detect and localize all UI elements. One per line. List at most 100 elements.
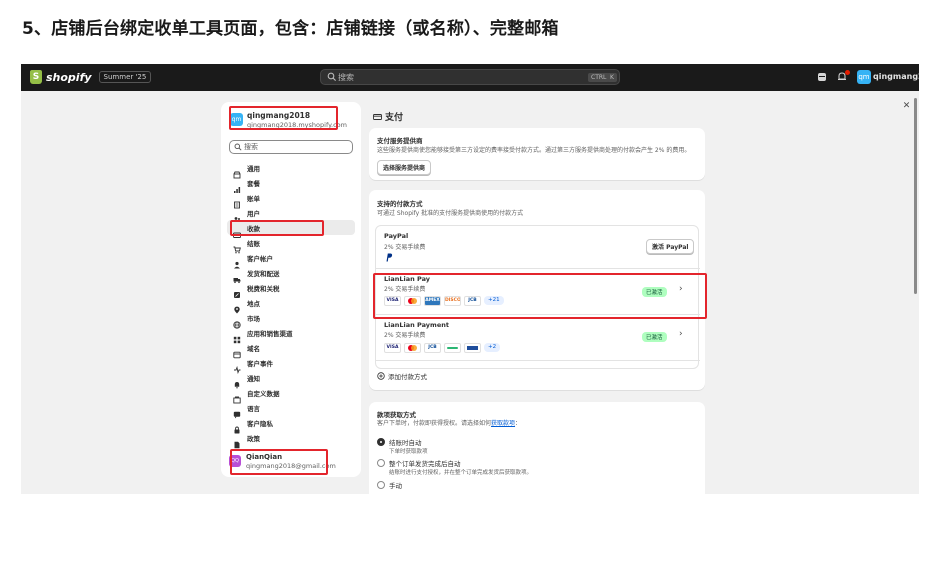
sidebar-item-notifications[interactable]: 通知 (227, 370, 355, 388)
jcb-icon: JCB (424, 343, 441, 353)
activate-paypal-button[interactable]: 激活 PayPal (646, 239, 695, 254)
sidebar-item-languages[interactable]: 语言 (227, 400, 355, 418)
sidebar-item-custom-data[interactable]: 自定义数据 (227, 385, 355, 403)
radio-description: 结账时进行支付授权，并在整个订单完成发货后获取款项。 (389, 470, 533, 476)
method-name: LianLian Payment (384, 321, 449, 329)
card-description: 客户下单时，付款即获得授权。请选择如何获取款项： (377, 418, 521, 427)
sidebar-item-label: 结账 (247, 239, 260, 248)
location-icon (233, 299, 241, 313)
search-placeholder: 搜索 (338, 73, 354, 82)
globe-icon (233, 314, 241, 329)
mastercard-icon (404, 343, 421, 353)
capture-manual-radio[interactable] (377, 481, 385, 489)
document-heading: 5、店铺后台绑定收单工具页面，包含：店铺链接（或名称）、完整邮箱 (22, 19, 559, 39)
shopify-admin-screenshot: S shopify Summer '25 搜索 CTRL K qm qingma… (21, 64, 919, 494)
sidebar-item-apps-channels[interactable]: 应用和销售渠道 (227, 325, 355, 343)
users-icon (233, 209, 241, 223)
payments-icon (373, 113, 382, 120)
radio-description: 下单时获取款项 (389, 449, 428, 455)
settings-search-input[interactable]: 搜索 (229, 140, 353, 154)
payment-provider-card: 支付服务提供商 这些服务提供商使您能够接受第三方设定的费率接受付款方式。通过第三… (369, 128, 705, 180)
sidebar-item-label: 用户 (247, 209, 260, 218)
sidebar-item-label: 应用和销售渠道 (247, 329, 293, 338)
sidebar-item-label: 账单 (247, 194, 260, 203)
sidebar-item-label: 地点 (247, 299, 260, 308)
desc-suffix: ： (515, 420, 522, 427)
page-title: 支付 (373, 110, 403, 123)
bell-icon (233, 374, 241, 388)
sidebar-item-taxes[interactable]: 税费和关税 (227, 280, 355, 298)
capture-auto-at-checkout-radio[interactable] (377, 438, 385, 446)
sidebar-item-billing[interactable]: 账单 (227, 190, 355, 208)
visa-icon: VISA (384, 343, 401, 353)
apps-icon (233, 329, 241, 343)
sidebar-item-label: 语言 (247, 404, 260, 413)
radio-label: 结账时自动 (389, 439, 422, 447)
global-search-input[interactable]: 搜索 CTRL K (320, 69, 620, 85)
sidebar-item-label: 通知 (247, 374, 260, 383)
store-avatar[interactable]: qm (857, 70, 871, 84)
highlight-user-email (230, 449, 328, 475)
status-badge: 已激活 (642, 332, 667, 342)
choose-provider-button[interactable]: 选择服务提供商 (377, 160, 432, 175)
admin-topbar: S shopify Summer '25 搜索 CTRL K qm qingma… (21, 64, 919, 91)
sidebar-item-shipping[interactable]: 发货和配送 (227, 265, 355, 283)
cart-icon (233, 239, 241, 253)
app-launcher-icon[interactable] (816, 71, 828, 83)
sidebar-item-general[interactable]: 通用 (227, 160, 355, 178)
lianlian-payment-row[interactable]: LianLian Payment 2% 交易手续费 VISA JCB +2 已激… (376, 314, 700, 360)
sidebar-item-customer-privacy[interactable]: 客户隐私 (227, 415, 355, 433)
desc-prefix: 客户下单时，付款即获得授权。请选择如何 (377, 420, 492, 427)
blue-card-icon (464, 343, 481, 353)
sidebar-item-label: 税费和关税 (247, 284, 280, 293)
store-name-menu[interactable]: qingmang2018 (873, 72, 919, 81)
sidebar-item-locations[interactable]: 地点 (227, 295, 355, 313)
capture-after-fulfillment-radio[interactable] (377, 459, 385, 467)
store-icon (233, 164, 241, 178)
brand-name: shopify (46, 70, 92, 84)
method-fee: 2% 交易手续费 (384, 244, 426, 251)
customer-icon (233, 254, 241, 268)
add-method-label: 添加付款方式 (388, 373, 427, 381)
screenshot-page: 5、店铺后台绑定收单工具页面，包含：店铺链接（或名称）、完整邮箱 S shopi… (0, 0, 949, 582)
scrollbar-thumb[interactable] (914, 98, 917, 294)
sidebar-item-checkout[interactable]: 结账 (227, 235, 355, 253)
policy-icon (233, 434, 241, 448)
green-card-icon (444, 343, 461, 353)
sidebar-item-users[interactable]: 用户 (227, 205, 355, 223)
card-title: 支付服务提供商 (377, 137, 423, 145)
radio-label: 整个订单发货完成后自动 (389, 460, 461, 468)
close-icon[interactable]: ✕ (900, 100, 913, 113)
shopify-logo[interactable]: S shopify Summer '25 (30, 70, 152, 84)
language-icon (233, 404, 241, 418)
truck-icon (233, 269, 241, 283)
sidebar-item-label: 域名 (247, 344, 260, 353)
sidebar-item-label: 市场 (247, 314, 260, 323)
card-brand-logos: VISA JCB +2 (384, 343, 501, 353)
sidebar-item-label: 通用 (247, 164, 260, 173)
highlight-store-name (229, 106, 338, 130)
card-description: 这些服务提供商使您能够接受第三方设定的费率接受付款方式。通过第三方服务提供商处理… (377, 147, 691, 154)
paypal-logo-icon (386, 253, 393, 262)
data-icon (233, 389, 241, 403)
shopify-bag-icon: S (30, 70, 42, 84)
domain-icon (233, 344, 241, 358)
method-fee: 2% 交易手续费 (384, 332, 426, 339)
sidebar-item-policies[interactable]: 政策 (227, 430, 355, 448)
sidebar-item-label: 客户帐户 (247, 254, 273, 263)
sidebar-item-markets[interactable]: 市场 (227, 310, 355, 329)
shortcut-key-k: K (607, 73, 617, 82)
sidebar-item-customer-events[interactable]: 客户事件 (227, 355, 355, 374)
sidebar-item-customer-accounts[interactable]: 客户帐户 (227, 250, 355, 268)
bill-icon (233, 194, 241, 208)
sidebar-item-label: 套餐 (247, 179, 260, 188)
sidebar-item-label: 自定义数据 (247, 389, 280, 398)
highlight-lianlian-pay (373, 273, 707, 319)
sidebar-item-label: 发货和配送 (247, 269, 280, 278)
lock-icon (233, 419, 241, 433)
sidebar-item-domains[interactable]: 域名 (227, 340, 355, 358)
sidebar-item-plan[interactable]: 套餐 (227, 175, 355, 193)
sidebar-item-label: 客户隐私 (247, 419, 273, 428)
capture-help-link[interactable]: 获取款项 (491, 420, 515, 427)
add-payment-method-button[interactable]: 添加付款方式 (377, 371, 427, 381)
